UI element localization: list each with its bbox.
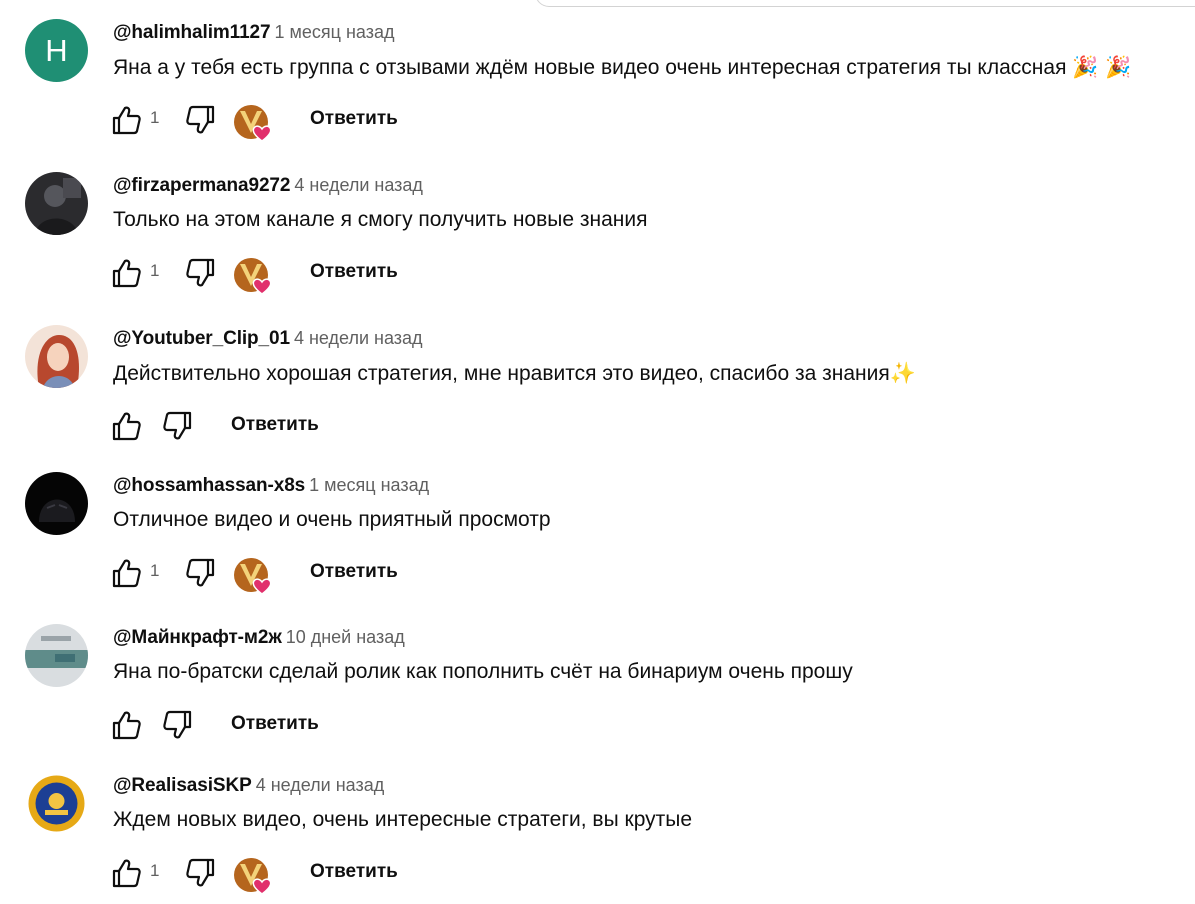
creator-heart-icon <box>234 558 272 595</box>
thumb-up-icon <box>112 711 141 740</box>
reply-button[interactable]: Ответить <box>231 414 319 436</box>
dislike-button[interactable] <box>160 408 196 444</box>
avatar-image <box>25 624 88 687</box>
thumb-down-icon <box>163 411 192 440</box>
creator-heart-badge[interactable] <box>232 856 274 896</box>
creator-heart-badge[interactable] <box>232 256 274 296</box>
avatar-image <box>25 472 88 535</box>
comment-author[interactable]: @RealisasiSKP <box>113 775 252 796</box>
comment-text: Яна а у тебя есть группа с отзывами ждём… <box>113 55 1132 79</box>
like-count: 1 <box>150 861 160 880</box>
dislike-button[interactable] <box>183 855 219 891</box>
comment-time[interactable]: 4 недели назад <box>294 328 423 348</box>
reply-button[interactable]: Ответить <box>231 713 319 735</box>
like-count: 1 <box>150 108 160 127</box>
avatar[interactable] <box>25 624 88 687</box>
comment-time[interactable]: 4 недели назад <box>294 175 423 195</box>
reply-button[interactable]: Ответить <box>310 561 398 583</box>
thumb-down-icon <box>186 258 215 287</box>
like-count: 1 <box>150 261 160 280</box>
comment-time[interactable]: 1 месяц назад <box>275 22 395 42</box>
thumb-down-icon <box>163 710 192 739</box>
comment-author[interactable]: @Майнкрафт-м2ж <box>113 627 282 648</box>
thumb-up-icon <box>112 106 141 135</box>
creator-heart-badge[interactable] <box>232 556 274 596</box>
creator-heart-icon <box>234 258 272 295</box>
comment-author[interactable]: @halimhalim1127 <box>113 22 271 43</box>
like-button[interactable] <box>108 555 144 591</box>
comment-author[interactable]: @hossamhassan-x8s <box>113 475 305 496</box>
dislike-button[interactable] <box>183 102 219 138</box>
like-count: 1 <box>150 561 160 580</box>
comment-author[interactable]: @firzapermana9272 <box>113 175 290 196</box>
comment-author[interactable]: @Youtuber_Clip_01 <box>113 328 290 349</box>
like-button[interactable] <box>108 707 144 743</box>
avatar[interactable] <box>25 172 88 235</box>
reply-button[interactable]: Ответить <box>310 261 398 283</box>
like-button[interactable] <box>108 102 144 138</box>
comment-time[interactable]: 4 недели назад <box>256 775 385 795</box>
party-popper-emoji: 🎉 🎉 <box>1072 55 1132 79</box>
reply-button[interactable]: Ответить <box>310 108 398 130</box>
avatar[interactable] <box>25 472 88 535</box>
sparkles-emoji: ✨ <box>889 361 916 385</box>
comment-time[interactable]: 1 месяц назад <box>309 475 429 495</box>
like-button[interactable] <box>108 255 144 291</box>
avatar[interactable] <box>25 772 88 835</box>
like-button[interactable] <box>108 855 144 891</box>
reply-button[interactable]: Ответить <box>310 861 398 883</box>
avatar-image <box>25 172 88 235</box>
search-box-edge <box>535 0 1195 7</box>
creator-heart-icon <box>234 858 272 895</box>
thumb-up-icon <box>112 859 141 888</box>
dislike-button[interactable] <box>183 255 219 291</box>
thumb-up-icon <box>112 559 141 588</box>
dislike-button[interactable] <box>160 707 196 743</box>
dislike-button[interactable] <box>183 555 219 591</box>
creator-heart-badge[interactable] <box>232 103 274 143</box>
avatar-image <box>25 325 88 388</box>
thumb-down-icon <box>186 558 215 587</box>
avatar[interactable] <box>25 325 88 388</box>
thumb-up-icon <box>112 412 141 441</box>
avatar[interactable]: H <box>25 19 88 82</box>
comment-text: Отличное видео и очень приятный просмотр <box>113 508 551 531</box>
like-button[interactable] <box>108 408 144 444</box>
comment-text: Действительно хорошая стратегия, мне нра… <box>113 361 916 385</box>
comment-text: Ждем новых видео, очень интересные страт… <box>113 808 693 831</box>
thumb-up-icon <box>112 259 141 288</box>
avatar-image <box>25 772 88 835</box>
comment-time[interactable]: 10 дней назад <box>286 627 405 647</box>
comment-text: Только на этом канале я смогу получить н… <box>113 208 648 231</box>
thumb-down-icon <box>186 105 215 134</box>
thumb-down-icon <box>186 858 215 887</box>
creator-heart-icon <box>234 105 272 142</box>
comment-text: Яна по-братски сделай ролик как пополнит… <box>113 660 853 683</box>
